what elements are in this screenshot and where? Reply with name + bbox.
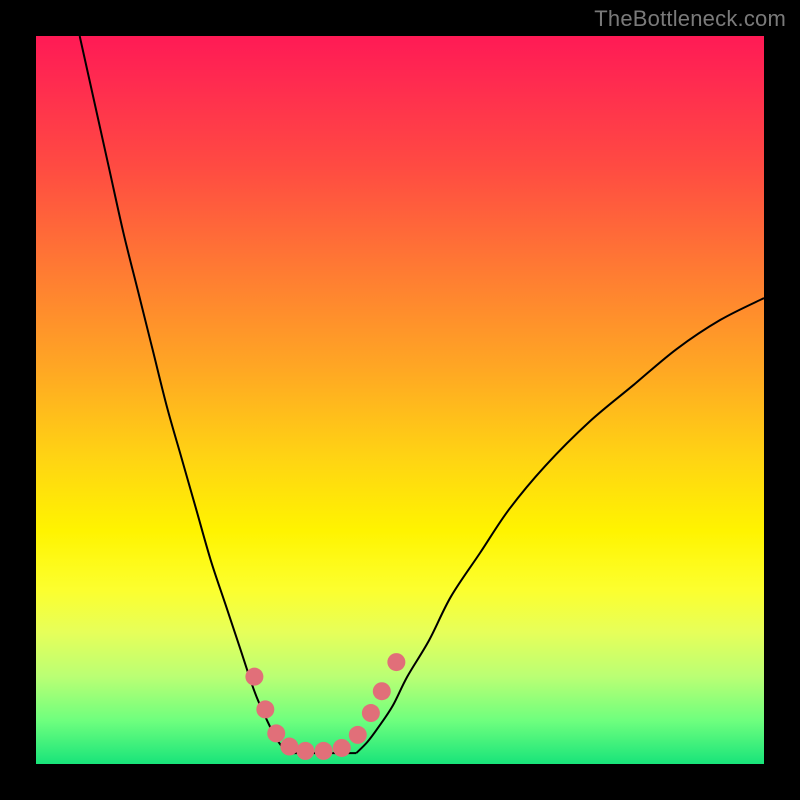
data-dot: [387, 653, 405, 671]
data-dot: [267, 724, 285, 742]
chart-overlay-svg: [36, 36, 764, 764]
data-dot: [373, 682, 391, 700]
data-dot: [315, 742, 333, 760]
data-dot: [296, 742, 314, 760]
data-dot: [256, 700, 274, 718]
data-dot: [349, 726, 367, 744]
data-dot: [245, 668, 263, 686]
data-dot: [362, 704, 380, 722]
watermark-text: TheBottleneck.com: [594, 6, 786, 32]
curve-left-arm: [80, 36, 287, 753]
data-dot: [333, 739, 351, 757]
curve-right-arm: [356, 298, 764, 753]
dot-group: [245, 653, 405, 760]
chart-outer-frame: TheBottleneck.com: [0, 0, 800, 800]
data-dot: [280, 738, 298, 756]
